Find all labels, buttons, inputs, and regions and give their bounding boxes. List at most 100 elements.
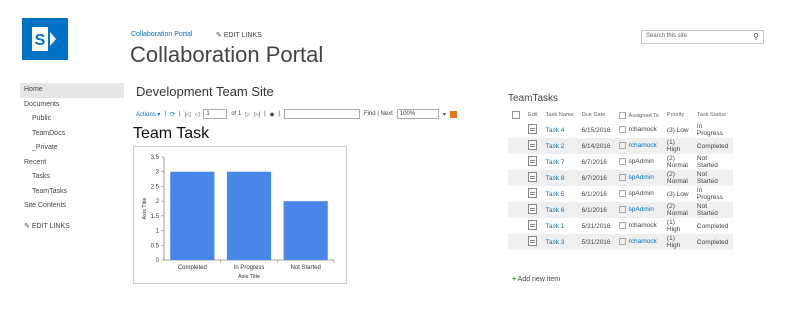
last-page-icon[interactable]: ▷| (254, 111, 260, 118)
assigned-to-cell[interactable]: rchamock (615, 122, 663, 138)
table-row[interactable]: Task 3 5/31/2016 rchamock (1) High Completed (508, 234, 733, 250)
assigned-to-value[interactable]: rchamock (629, 239, 657, 246)
edit-item-icon[interactable] (528, 220, 537, 230)
col-task-name[interactable]: Task Name (542, 108, 578, 122)
nav-edit-links[interactable]: ✎ EDIT LINKS (20, 220, 124, 235)
nav-item-teamdocs[interactable]: TeamDocs (20, 127, 124, 142)
col-priority[interactable]: Priority (663, 108, 693, 122)
nav-item-teamtasks[interactable]: TeamTasks (20, 185, 124, 200)
task-name-link[interactable]: Task 5 (546, 191, 565, 198)
search-input[interactable]: Search this site ⚲ (641, 30, 764, 44)
row-edit-cell[interactable] (524, 170, 542, 186)
page-number-input[interactable]: 1 (203, 109, 228, 119)
task-name-cell[interactable]: Task 3 (541, 234, 578, 250)
back-icon[interactable]: ◆ (270, 111, 275, 118)
assigned-to-value[interactable]: spAdmin (629, 159, 654, 166)
row-select[interactable] (508, 170, 524, 186)
table-row[interactable]: Task 1 5/31/2016 rchamock (1) High Completed (508, 218, 733, 234)
nav-item-recent[interactable]: Recent (20, 156, 124, 171)
col-due-date[interactable]: Due Date (578, 108, 615, 122)
assigned-to-value[interactable]: spAdmin (629, 207, 654, 214)
row-edit-cell[interactable] (524, 234, 542, 250)
nav-item-tasks[interactable]: Tasks (20, 170, 124, 185)
table-row[interactable]: Task 4 6/15/2016 rchamock (3) Low In Progres… (508, 122, 733, 138)
task-name-link[interactable]: Task 3 (546, 239, 565, 246)
task-name-link[interactable]: Task 1 (546, 223, 565, 230)
assigned-to-cell[interactable]: rchamock (614, 234, 663, 250)
task-name-link[interactable]: Task 2 (546, 143, 565, 150)
row-edit-cell[interactable] (524, 122, 542, 138)
row-select[interactable] (508, 218, 524, 234)
edit-item-icon[interactable] (528, 140, 537, 150)
next-page-icon[interactable]: ▷ (245, 111, 250, 118)
task-name-link[interactable]: Task 7 (546, 159, 565, 166)
task-name-cell[interactable]: Task 7 (542, 154, 578, 170)
row-edit-cell[interactable] (524, 154, 542, 170)
assigned-to-cell[interactable]: rchamock (615, 218, 663, 234)
assigned-to-value[interactable]: spAdmin (629, 175, 654, 182)
assigned-to-value[interactable]: rchamock (629, 143, 657, 150)
sharepoint-logo[interactable]: S (22, 18, 68, 60)
assigned-to-value[interactable]: rchamock (629, 127, 657, 134)
export-icon[interactable] (449, 110, 457, 118)
row-edit-cell[interactable] (524, 202, 542, 218)
edit-links-top[interactable]: ✎ EDIT LINKS (216, 31, 262, 39)
find-input[interactable] (283, 109, 360, 119)
row-select[interactable] (508, 202, 524, 218)
table-row[interactable]: Task 7 6/7/2016 spAdmin (2) Normal Not Start… (508, 154, 733, 170)
edit-item-icon[interactable] (528, 188, 537, 198)
add-new-item-link[interactable]: + Add new item (512, 276, 560, 283)
task-name-cell[interactable]: Task 1 (542, 218, 578, 234)
task-name-cell[interactable]: Task 6 (541, 202, 578, 218)
row-edit-cell[interactable] (524, 138, 542, 154)
row-select[interactable] (508, 186, 524, 202)
nav-item-private[interactable]: _Private (20, 141, 124, 156)
edit-item-icon[interactable] (528, 236, 537, 246)
nav-item-site-contents[interactable]: Site Contents (20, 199, 124, 214)
select-all-checkbox[interactable] (512, 111, 520, 119)
table-row[interactable]: Task 8 6/7/2016 spAdmin (2) Normal Not Start… (508, 170, 733, 186)
edit-item-icon[interactable] (528, 204, 537, 214)
edit-item-icon[interactable] (528, 124, 537, 134)
col-edit[interactable]: Edit (524, 108, 542, 122)
select-all-header[interactable] (508, 108, 524, 122)
row-select[interactable] (508, 138, 524, 154)
edit-item-icon[interactable] (528, 172, 537, 182)
row-select[interactable] (508, 122, 524, 138)
assigned-to-cell[interactable]: spAdmin (615, 154, 663, 170)
task-name-cell[interactable]: Task 2 (541, 138, 578, 154)
find-next-link[interactable]: Find | Next (364, 111, 393, 117)
breadcrumb-link[interactable]: Collaboration Portal (131, 31, 192, 38)
row-edit-cell[interactable] (524, 186, 542, 202)
task-name-cell[interactable]: Task 4 (542, 122, 578, 138)
task-name-link[interactable]: Task 6 (546, 207, 565, 214)
search-icon[interactable]: ⚲ (753, 32, 759, 41)
site-title[interactable]: Collaboration Portal (130, 42, 323, 68)
task-name-link[interactable]: Task 4 (546, 127, 565, 134)
table-row[interactable]: Task 6 6/1/2016 spAdmin (2) Normal Not Start… (508, 202, 733, 218)
first-page-icon[interactable]: |◁ (185, 111, 191, 118)
prev-page-icon[interactable]: ◁ (195, 111, 200, 118)
refresh-icon[interactable]: ⟳ (170, 111, 175, 118)
task-name-link[interactable]: Task 8 (546, 175, 565, 182)
zoom-select[interactable]: 100% (396, 109, 439, 119)
edit-item-icon[interactable] (528, 156, 537, 166)
assigned-to-value[interactable]: spAdmin (629, 191, 654, 198)
row-select[interactable] (508, 154, 524, 170)
table-row[interactable]: Task 2 6/14/2016 rchamock (1) High Completed (508, 138, 733, 154)
assigned-to-cell[interactable]: spAdmin (614, 202, 663, 218)
table-row[interactable]: Task 5 6/1/2016 spAdmin (3) Low In Progress (508, 186, 733, 202)
nav-item-home[interactable]: Home (20, 83, 124, 98)
assigned-to-cell[interactable]: spAdmin (614, 170, 663, 186)
task-name-cell[interactable]: Task 8 (541, 170, 578, 186)
task-name-cell[interactable]: Task 5 (542, 186, 578, 202)
zoom-dropdown-icon[interactable]: ▾ (443, 111, 446, 118)
actions-menu[interactable]: Actions ▾ (136, 111, 160, 118)
row-select[interactable] (508, 234, 524, 250)
row-edit-cell[interactable] (524, 218, 542, 234)
col-task-status[interactable]: Task Status (693, 108, 733, 122)
assigned-to-value[interactable]: rchamock (629, 223, 657, 230)
teamtasks-title[interactable]: TeamTasks (508, 93, 558, 104)
assigned-to-cell[interactable]: spAdmin (615, 186, 663, 202)
nav-item-documents[interactable]: Documents (20, 98, 124, 113)
